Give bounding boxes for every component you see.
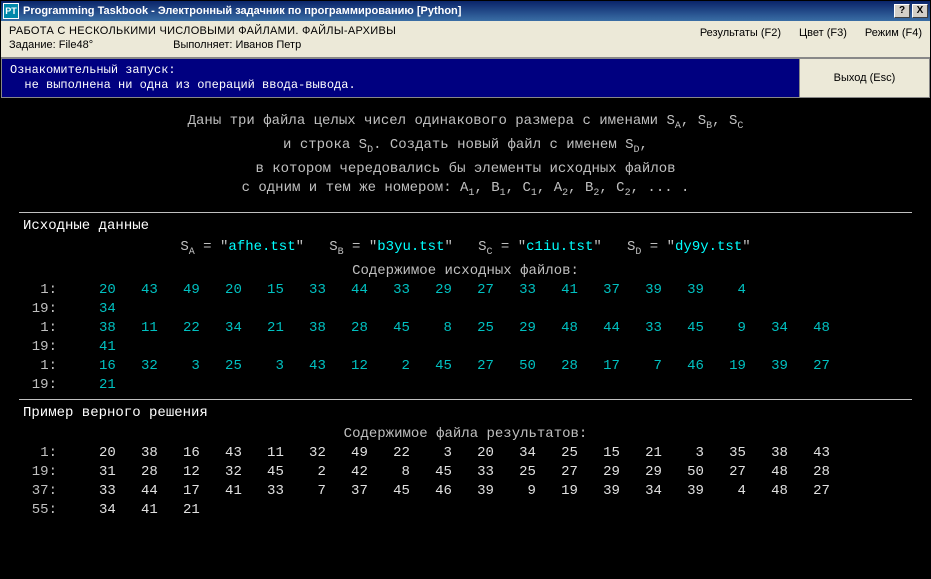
file-names: SA = "afhe.tst" SB = "b3yu.tst" SC = "c1… bbox=[13, 238, 918, 262]
runner-label: Выполняет: Иванов Петр bbox=[173, 39, 301, 51]
t: в котором чередовались бы элементы исход… bbox=[13, 160, 918, 179]
divider bbox=[19, 399, 912, 400]
t: , bbox=[640, 137, 648, 153]
header-right: Результаты (F2) Цвет (F3) Режим (F4) bbox=[700, 25, 922, 51]
mode-link[interactable]: Режим (F4) bbox=[865, 27, 922, 39]
status-line2: не выполнена ни одна из операций ввода-в… bbox=[10, 78, 791, 93]
t: , C bbox=[599, 180, 624, 196]
t: . Создать новый файл с именем S bbox=[373, 137, 633, 153]
t: , S bbox=[712, 113, 737, 129]
data-row: 19: 34 bbox=[13, 300, 918, 319]
help-button[interactable]: ? bbox=[894, 4, 910, 18]
status-message: Ознакомительный запуск: не выполнена ни … bbox=[2, 59, 799, 97]
exit-button[interactable]: Выход (Esc) bbox=[799, 59, 929, 97]
data-row: 1: 20 43 49 20 15 33 44 33 29 27 33 41 3… bbox=[13, 281, 918, 300]
results-link[interactable]: Результаты (F2) bbox=[700, 27, 781, 39]
t: , ... . bbox=[631, 180, 690, 196]
window-title: Programming Taskbook - Электронный задач… bbox=[23, 5, 892, 17]
header-left: РАБОТА С НЕСКОЛЬКИМИ ЧИСЛОВЫМИ ФАЙЛАМИ. … bbox=[9, 25, 396, 51]
output-content-title: Содержимое файла результатов: bbox=[13, 425, 918, 444]
problem-text: Даны три файла целых чисел одинакового р… bbox=[13, 112, 918, 202]
t: , B bbox=[474, 180, 499, 196]
t: , B bbox=[568, 180, 593, 196]
t: Даны три файла целых чисел одинакового р… bbox=[188, 113, 675, 129]
t: , A bbox=[537, 180, 562, 196]
color-link[interactable]: Цвет (F3) bbox=[799, 27, 847, 39]
input-title: Исходные данные bbox=[23, 217, 918, 236]
output-data: 1: 20 38 16 43 11 32 49 22 3 20 34 25 15… bbox=[13, 444, 918, 520]
app-icon: PT bbox=[3, 3, 19, 19]
titlebar: PT Programming Taskbook - Электронный за… bbox=[1, 1, 930, 21]
t: , S bbox=[681, 113, 706, 129]
data-row: 1: 38 11 22 34 21 38 28 45 8 25 29 48 44… bbox=[13, 319, 918, 338]
header: РАБОТА С НЕСКОЛЬКИМИ ЧИСЛОВЫМИ ФАЙЛАМИ. … bbox=[1, 21, 930, 58]
data-row: 1: 16 32 3 25 3 43 12 2 45 27 50 28 17 7… bbox=[13, 357, 918, 376]
t: , C bbox=[506, 180, 531, 196]
t: с одним и тем же номером: A bbox=[242, 180, 469, 196]
divider bbox=[19, 212, 912, 213]
input-data: 1: 20 43 49 20 15 33 44 33 29 27 33 41 3… bbox=[13, 281, 918, 395]
data-row: 19: 21 bbox=[13, 376, 918, 395]
data-row: 1: 20 38 16 43 11 32 49 22 3 20 34 25 15… bbox=[13, 444, 918, 463]
data-row: 19: 31 28 12 32 45 2 42 8 45 33 25 27 29… bbox=[13, 463, 918, 482]
topic-title: РАБОТА С НЕСКОЛЬКИМИ ЧИСЛОВЫМИ ФАЙЛАМИ. … bbox=[9, 25, 396, 37]
status-row: Ознакомительный запуск: не выполнена ни … bbox=[1, 58, 930, 98]
input-content-title: Содержимое исходных файлов: bbox=[13, 262, 918, 281]
app-window: PT Programming Taskbook - Электронный за… bbox=[0, 0, 931, 579]
status-line1: Ознакомительный запуск: bbox=[10, 63, 791, 78]
data-row: 55: 34 41 21 bbox=[13, 501, 918, 520]
output-title: Пример верного решения bbox=[23, 404, 918, 423]
data-row: 37: 33 44 17 41 33 7 37 45 46 39 9 19 39… bbox=[13, 482, 918, 501]
data-row: 19: 41 bbox=[13, 338, 918, 357]
task-label: Задание: File48° bbox=[9, 39, 93, 51]
close-button[interactable]: X bbox=[912, 4, 928, 18]
console: Даны три файла целых чисел одинакового р… bbox=[1, 98, 930, 578]
t: и строка S bbox=[283, 137, 367, 153]
